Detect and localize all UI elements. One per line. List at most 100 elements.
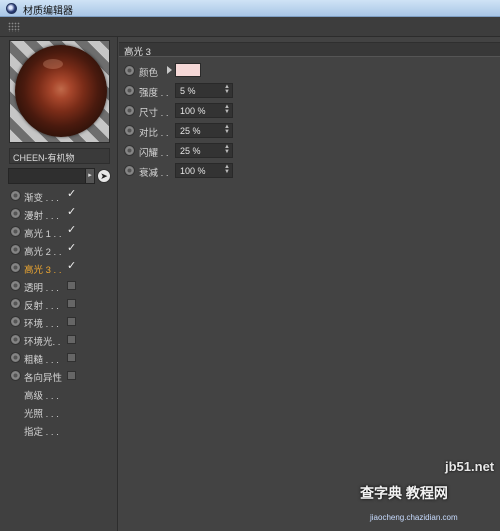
prop-label: 衰减 . .: [139, 168, 169, 179]
radio-icon[interactable]: [124, 65, 135, 76]
checkbox-unchecked[interactable]: [67, 317, 76, 326]
watermark-line3: jiaocheng.chazidian.com: [370, 513, 458, 522]
glare-field[interactable]: 25 % ▲ ▼: [175, 143, 233, 158]
item-illumination[interactable]: 光照 . . .: [8, 403, 118, 421]
material-name[interactable]: CHEEN-有机物: [9, 148, 110, 164]
radio-icon[interactable]: [10, 352, 21, 363]
channel-label: 粗糙 . . .: [24, 355, 59, 366]
checkbox-checked[interactable]: ✓: [67, 225, 77, 236]
dropdown-arrow-icon[interactable]: ▸: [85, 169, 94, 183]
prop-label: 颜色: [139, 68, 159, 79]
spinner-icon[interactable]: ▲ ▼: [224, 104, 230, 115]
radio-icon[interactable]: [10, 370, 21, 381]
radio-icon[interactable]: [10, 244, 21, 255]
channel-transparency[interactable]: 透明 . . .: [8, 277, 118, 295]
channel-label: 环境 . . .: [24, 319, 59, 330]
app-icon: [6, 3, 17, 14]
radio-icon[interactable]: [124, 145, 135, 156]
prop-label: 对比 . .: [139, 128, 169, 139]
prop-size: 尺寸 . . 100 % ▲ ▼: [123, 102, 373, 120]
radio-icon[interactable]: [10, 316, 21, 327]
item-label: 高级 . . .: [24, 391, 59, 402]
checkbox-checked[interactable]: ✓: [67, 261, 77, 272]
spinner-icon[interactable]: ▲ ▼: [224, 144, 230, 155]
radio-icon[interactable]: [10, 226, 21, 237]
falloff-field[interactable]: 100 % ▲ ▼: [175, 163, 233, 178]
item-advanced[interactable]: 高级 . . .: [8, 385, 118, 403]
channel-dropdown[interactable]: ▸: [8, 168, 95, 184]
watermark: jb51.net 查字典 教程网 jiaocheng.chazidian.com: [360, 455, 500, 531]
left-panel: CHEEN-有机物 ▸ ➤ 渐变 . . . ✓ 漫射 . . . ✓ 高光 1…: [0, 37, 118, 531]
checkbox-checked[interactable]: ✓: [67, 189, 77, 200]
channel-label: 高光 1 . .: [24, 229, 62, 240]
expand-arrow-icon[interactable]: [167, 66, 172, 74]
radio-icon[interactable]: [10, 262, 21, 273]
channel-diffuse[interactable]: 漫射 . . . ✓: [8, 205, 118, 223]
channel-anisotropy[interactable]: 各向异性: [8, 367, 118, 385]
channel-specular-1[interactable]: 高光 1 . . ✓: [8, 223, 118, 241]
radio-icon[interactable]: [10, 190, 21, 201]
item-label: 光照 . . .: [24, 409, 59, 420]
contrast-field[interactable]: 25 % ▲ ▼: [175, 123, 233, 138]
checkbox-unchecked[interactable]: [67, 281, 76, 290]
checkbox-unchecked[interactable]: [67, 353, 76, 362]
channel-ambient[interactable]: 环境光. .: [8, 331, 118, 349]
channel-label: 各向异性: [24, 373, 63, 384]
prop-brightness: 强度 . . 5 % ▲ ▼: [123, 82, 373, 100]
prop-label: 强度 . .: [139, 88, 169, 99]
radio-icon[interactable]: [10, 280, 21, 291]
section-title: 高光 3: [124, 47, 151, 58]
picker-icon[interactable]: ➤: [97, 169, 111, 183]
item-assign[interactable]: 指定 . . .: [8, 421, 118, 439]
section-header: 高光 3: [119, 42, 500, 58]
channel-label: 反射 . . .: [24, 301, 59, 312]
prop-label: 闪耀 . .: [139, 148, 169, 159]
checkbox-checked[interactable]: ✓: [67, 207, 77, 218]
preview-sphere: [15, 45, 107, 137]
channel-environment[interactable]: 环境 . . .: [8, 313, 118, 331]
radio-icon[interactable]: [10, 208, 21, 219]
channel-specular-2[interactable]: 高光 2 . . ✓: [8, 241, 118, 259]
brightness-field[interactable]: 5 % ▲ ▼: [175, 83, 233, 98]
radio-icon[interactable]: [124, 85, 135, 96]
field-value: 25 %: [180, 146, 201, 156]
radio-icon[interactable]: [10, 298, 21, 309]
radio-icon[interactable]: [124, 165, 135, 176]
size-field[interactable]: 100 % ▲ ▼: [175, 103, 233, 118]
watermark-line1: jb51.net: [445, 459, 495, 474]
channel-roughness[interactable]: 粗糙 . . .: [8, 349, 118, 367]
channel-label: 高光 2 . .: [24, 247, 62, 258]
field-value: 100 %: [180, 166, 206, 176]
checkbox-unchecked[interactable]: [67, 335, 76, 344]
spinner-icon[interactable]: ▲ ▼: [224, 124, 230, 135]
grip-handle-icon[interactable]: [8, 22, 20, 32]
watermark-line2: 查字典 教程网: [360, 485, 448, 501]
checkbox-checked[interactable]: ✓: [67, 243, 77, 254]
channel-specular-3[interactable]: 高光 3 . . ✓: [8, 259, 118, 277]
field-value: 25 %: [180, 126, 201, 136]
material-preview[interactable]: [9, 40, 110, 143]
field-value: 100 %: [180, 106, 206, 116]
channel-label: 渐变 . . .: [24, 193, 59, 204]
title-bar: 材质编辑器: [0, 0, 500, 17]
prop-contrast: 对比 . . 25 % ▲ ▼: [123, 122, 373, 140]
channel-label: 透明 . . .: [24, 283, 59, 294]
channel-gradient[interactable]: 渐变 . . . ✓: [8, 187, 118, 205]
prop-falloff: 衰减 . . 100 % ▲ ▼: [123, 162, 373, 180]
radio-icon[interactable]: [124, 105, 135, 116]
toolbar: [0, 17, 500, 37]
channel-label: 环境光. .: [24, 337, 61, 348]
radio-icon[interactable]: [124, 125, 135, 136]
window-title: 材质编辑器: [23, 6, 73, 17]
prop-label: 尺寸 . .: [139, 108, 169, 119]
checkbox-unchecked[interactable]: [67, 371, 76, 380]
channel-label: 高光 3 . .: [24, 265, 62, 276]
channel-reflection[interactable]: 反射 . . .: [8, 295, 118, 313]
color-swatch[interactable]: [175, 63, 201, 77]
prop-glare: 闪耀 . . 25 % ▲ ▼: [123, 142, 373, 160]
spinner-icon[interactable]: ▲ ▼: [224, 84, 230, 95]
spinner-icon[interactable]: ▲ ▼: [224, 164, 230, 175]
checkbox-unchecked[interactable]: [67, 299, 76, 308]
radio-icon[interactable]: [10, 334, 21, 345]
field-value: 5 %: [180, 86, 196, 96]
